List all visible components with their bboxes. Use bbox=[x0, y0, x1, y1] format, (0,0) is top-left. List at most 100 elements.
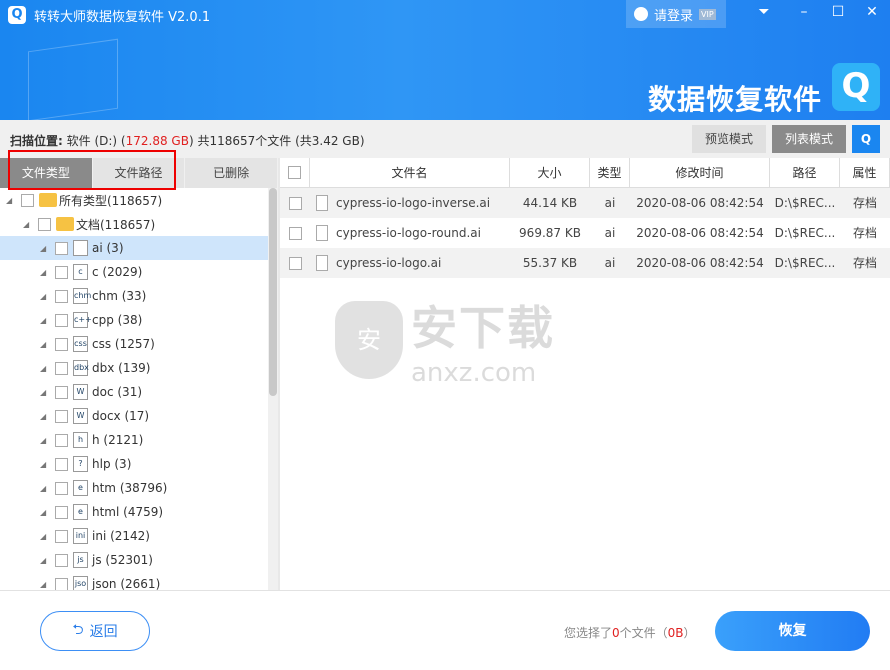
brand-text: 数据恢复软件 bbox=[648, 83, 823, 116]
tree-item[interactable]: ◢ Wdocx (17) bbox=[0, 404, 268, 428]
expand-arrow-icon[interactable]: ◢ bbox=[40, 436, 50, 445]
expand-arrow-icon[interactable]: ◢ bbox=[40, 532, 50, 541]
tree-item[interactable]: ◢ e html (4759) bbox=[0, 500, 268, 524]
file-type-icon: ini bbox=[73, 528, 88, 544]
close-button[interactable]: ✕ bbox=[861, 4, 883, 20]
file-type-icon: W bbox=[73, 384, 88, 400]
scrollbar-thumb[interactable] bbox=[269, 188, 277, 396]
list-mode-button[interactable]: 列表模式 bbox=[772, 125, 846, 153]
recover-button[interactable]: 恢复 bbox=[715, 611, 870, 651]
menu-dropdown-icon[interactable]: ⏷ bbox=[753, 4, 775, 20]
tree-item-label: docx (17) bbox=[92, 409, 150, 423]
row-checkbox[interactable] bbox=[288, 226, 302, 240]
tree-checkbox[interactable] bbox=[55, 361, 68, 375]
tree-item-label: js (52301) bbox=[92, 553, 153, 567]
expand-arrow-icon[interactable]: ◢ bbox=[23, 220, 33, 229]
tree-checkbox[interactable] bbox=[55, 457, 68, 471]
expand-arrow-icon[interactable]: ◢ bbox=[40, 268, 50, 277]
file-icon bbox=[316, 225, 328, 241]
tree-item[interactable]: ◢ jso json (2661) bbox=[0, 572, 268, 590]
tree-item[interactable]: ◢? hlp (3) bbox=[0, 452, 268, 476]
tree-item[interactable]: ◢ c++ cpp (38) bbox=[0, 308, 268, 332]
tree-item[interactable]: ◢ 所有类型(118657) bbox=[0, 188, 268, 212]
col-type[interactable]: 类型 bbox=[590, 158, 630, 187]
tree-checkbox[interactable] bbox=[55, 265, 68, 279]
expand-arrow-icon[interactable]: ◢ bbox=[40, 364, 50, 373]
tree-item[interactable]: ◢ h h (2121) bbox=[0, 428, 268, 452]
tree-checkbox[interactable] bbox=[55, 409, 68, 423]
time-cell: 2020-08-06 08:42:54 bbox=[636, 256, 764, 270]
tree-checkbox[interactable] bbox=[55, 505, 68, 519]
tree-item-label: ai (3) bbox=[92, 241, 124, 255]
tree-checkbox[interactable] bbox=[38, 217, 51, 231]
app-title: 转转大师数据恢复软件 V2.0.1 bbox=[34, 10, 211, 25]
path-cell: D:\$REC... bbox=[774, 226, 836, 240]
tree-item[interactable]: ◢ dbx dbx (139) bbox=[0, 356, 268, 380]
table-row[interactable]: cypress-io-logo.ai 55.37 KB ai 2020-08-06 0… bbox=[280, 248, 890, 278]
scan-size: 172.88 GB bbox=[125, 134, 189, 148]
tree-item[interactable]: ◢ js js (52301) bbox=[0, 548, 268, 572]
expand-arrow-icon[interactable]: ◢ bbox=[6, 196, 16, 205]
expand-arrow-icon[interactable]: ◢ bbox=[40, 244, 50, 253]
col-path[interactable]: 路径 bbox=[770, 158, 840, 187]
select-all-checkbox[interactable] bbox=[288, 166, 301, 179]
tree-item[interactable]: ◢ ai (3) bbox=[0, 236, 268, 260]
selection-info: 您选择了0个文件（0B） bbox=[564, 624, 696, 641]
expand-arrow-icon[interactable]: ◢ bbox=[40, 292, 50, 301]
col-name[interactable]: 文件名 bbox=[310, 158, 510, 187]
tree-checkbox[interactable] bbox=[55, 433, 68, 447]
login-button[interactable]: 请登录 VIP bbox=[626, 0, 726, 28]
expand-arrow-icon[interactable]: ◢ bbox=[40, 508, 50, 517]
expand-arrow-icon[interactable]: ◢ bbox=[40, 388, 50, 397]
size-cell: 44.14 KB bbox=[522, 196, 578, 210]
tree-item-label: 文档(118657) bbox=[76, 217, 156, 232]
tree-item[interactable]: ◢ chm chm (33) bbox=[0, 284, 268, 308]
tree-checkbox[interactable] bbox=[55, 313, 68, 327]
attr-cell: 存档 bbox=[852, 256, 877, 270]
tree-checkbox[interactable] bbox=[55, 289, 68, 303]
col-attr[interactable]: 属性 bbox=[840, 158, 890, 187]
maximize-button[interactable]: ☐ bbox=[827, 4, 849, 20]
file-type-icon: dbx bbox=[73, 360, 89, 376]
tree-item[interactable]: ◢ Wdoc (31) bbox=[0, 380, 268, 404]
file-table: 文件名 大小 类型 修改时间 路径 属性 cypress-io-logo-inv… bbox=[280, 158, 890, 278]
scan-total: 共118657个文件 bbox=[197, 134, 292, 148]
tree-checkbox[interactable] bbox=[55, 577, 68, 590]
tree-checkbox[interactable] bbox=[21, 193, 34, 207]
row-checkbox[interactable] bbox=[288, 196, 302, 210]
preview-mode-button[interactable]: 预览模式 bbox=[692, 125, 766, 153]
tree-item[interactable]: ◢ c c (2029) bbox=[0, 260, 268, 284]
tree-item[interactable]: ◢ e htm (38796) bbox=[0, 476, 268, 500]
expand-arrow-icon[interactable]: ◢ bbox=[40, 556, 50, 565]
back-button[interactable]: ⮌ 返回 bbox=[40, 611, 150, 651]
vip-badge: VIP bbox=[699, 8, 716, 20]
expand-arrow-icon[interactable]: ◢ bbox=[40, 484, 50, 493]
tree-checkbox[interactable] bbox=[55, 337, 68, 351]
tree-checkbox[interactable] bbox=[55, 385, 68, 399]
file-icon bbox=[316, 255, 328, 271]
col-size[interactable]: 大小 bbox=[510, 158, 590, 187]
tree-checkbox[interactable] bbox=[55, 553, 68, 567]
tab-deleted[interactable]: 已删除 bbox=[185, 158, 279, 188]
expand-arrow-icon[interactable]: ◢ bbox=[40, 340, 50, 349]
tree-item[interactable]: ◢ css css (1257) bbox=[0, 332, 268, 356]
minimize-button[interactable]: – bbox=[793, 4, 815, 20]
col-time[interactable]: 修改时间 bbox=[630, 158, 770, 187]
tree-item[interactable]: ◢ ini ini (2142) bbox=[0, 524, 268, 548]
file-type-icon: c++ bbox=[73, 312, 92, 328]
expand-arrow-icon[interactable]: ◢ bbox=[40, 316, 50, 325]
tree-scrollbar[interactable] bbox=[268, 188, 278, 590]
tree-checkbox[interactable] bbox=[55, 529, 68, 543]
time-cell: 2020-08-06 08:42:54 bbox=[636, 196, 764, 210]
file-type-icon: js bbox=[73, 552, 88, 568]
expand-arrow-icon[interactable]: ◢ bbox=[40, 412, 50, 421]
tree-checkbox[interactable] bbox=[55, 241, 68, 255]
search-button[interactable]: Q bbox=[852, 125, 880, 153]
row-checkbox[interactable] bbox=[288, 256, 302, 270]
table-row[interactable]: cypress-io-logo-inverse.ai 44.14 KB ai 2020… bbox=[280, 188, 890, 218]
expand-arrow-icon[interactable]: ◢ bbox=[40, 460, 50, 469]
table-row[interactable]: cypress-io-logo-round.ai 969.87 KB ai 2020-… bbox=[280, 218, 890, 248]
tree-item[interactable]: ◢ 文档(118657) bbox=[0, 212, 268, 236]
tree-checkbox[interactable] bbox=[55, 481, 68, 495]
expand-arrow-icon[interactable]: ◢ bbox=[40, 580, 50, 589]
